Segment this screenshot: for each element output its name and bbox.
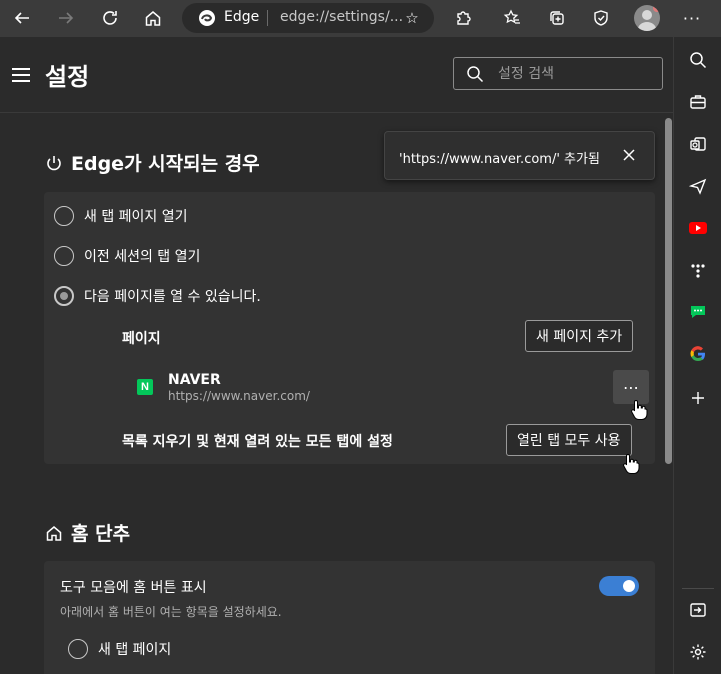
puzzle-icon	[457, 11, 471, 25]
search-icon	[467, 66, 484, 83]
sidebar-settings-button[interactable]	[688, 642, 708, 662]
home-button-toggle[interactable]	[599, 576, 639, 596]
home-card: 도구 모음에 홈 버튼 표시 아래에서 홈 버튼이 여는 항목을 설정하세요. …	[44, 561, 655, 674]
sidebar-tools-button[interactable]	[688, 92, 708, 112]
browser-essentials-button[interactable]	[586, 3, 616, 33]
option-specific-pages-label: 다음 페이지를 열 수 있습니다.	[84, 289, 261, 305]
home-toggle-label: 도구 모음에 홈 버튼 표시	[60, 580, 207, 596]
send-icon	[689, 178, 707, 195]
favorites-button[interactable]	[497, 3, 527, 33]
startup-section-title: Edge가 시작되는 경우	[45, 149, 260, 176]
option-new-tab[interactable]: 새 탭 페이지 열기	[54, 206, 188, 226]
pages-label: 페이지	[122, 331, 161, 347]
option-specific-pages[interactable]: 다음 페이지를 열 수 있습니다.	[54, 286, 261, 306]
home-option-new-tab-label: 새 탭 페이지	[98, 642, 172, 658]
page-item-name: NAVER	[168, 372, 221, 388]
home-button[interactable]	[138, 3, 168, 33]
arrow-right-icon	[59, 12, 74, 24]
clear-and-set-label: 목록 지우기 및 현재 열려 있는 모든 탭에 설정	[122, 434, 393, 450]
home-icon	[145, 11, 161, 26]
collections-icon	[550, 11, 564, 25]
gear-icon	[690, 644, 706, 660]
radio-specific-pages[interactable]	[54, 286, 74, 306]
refresh-icon	[103, 11, 117, 25]
search-icon	[690, 52, 707, 69]
sidebar-add-button[interactable]	[688, 388, 708, 408]
plus-icon	[692, 392, 704, 404]
sidebar-collapse-icon	[690, 603, 706, 617]
home-section-title: 홈 단추	[45, 519, 130, 546]
startup-title-text: Edge가 시작되는 경우	[71, 153, 260, 175]
radio-new-tab[interactable]	[54, 206, 74, 226]
added-toast: 'https://www.naver.com/' 추가됨	[384, 131, 655, 180]
sidebar-app-dots-button[interactable]	[688, 260, 708, 280]
sidebar-google-button[interactable]	[688, 344, 708, 364]
search-input[interactable]	[498, 64, 648, 84]
settings-header: 설정	[0, 37, 673, 113]
forward-button[interactable]	[51, 3, 81, 33]
sidebar-search-button[interactable]	[688, 50, 708, 70]
site-identity-label: Edge	[224, 9, 260, 25]
person-icon	[637, 10, 657, 31]
sidebar-outlook-button[interactable]	[688, 134, 708, 154]
use-all-open-tabs-button[interactable]: 열린 탭 모두 사용	[506, 424, 632, 456]
hand-cursor-icon	[623, 453, 640, 474]
sidebar-send-button[interactable]	[688, 176, 708, 196]
add-favorite-icon[interactable]: ☆	[402, 8, 422, 28]
browser-toolbar: Edge edge://settings/... ☆ ···	[0, 0, 721, 37]
collections-button[interactable]	[542, 3, 572, 33]
hand-cursor-icon	[631, 399, 648, 420]
edge-logo-icon	[199, 10, 215, 26]
radio-previous-session[interactable]	[54, 246, 74, 266]
home-sub-text: 아래에서 홈 버튼이 여는 항목을 설정하세요.	[60, 605, 282, 619]
google-icon	[690, 346, 705, 361]
chat-icon	[691, 306, 705, 318]
edge-sidebar	[673, 37, 721, 674]
naver-favicon: N	[137, 379, 153, 395]
refresh-button[interactable]	[95, 3, 125, 33]
power-icon	[47, 155, 61, 170]
youtube-icon	[689, 222, 707, 234]
extensions-button[interactable]	[448, 3, 478, 33]
home-icon	[46, 525, 62, 541]
toast-message: 'https://www.naver.com/' 추가됨	[399, 152, 600, 167]
home-option-new-tab[interactable]: 새 탭 페이지	[68, 639, 171, 659]
arrow-left-icon	[14, 12, 29, 24]
content-scrollbar[interactable]	[665, 118, 672, 464]
option-new-tab-label: 새 탭 페이지 열기	[84, 209, 188, 225]
settings-search[interactable]	[453, 57, 663, 90]
option-previous-session[interactable]: 이전 세션의 탭 열기	[54, 246, 200, 266]
add-new-page-button[interactable]: 새 페이지 추가	[525, 320, 634, 352]
settings-more-button[interactable]: ···	[677, 3, 707, 33]
ellipsis-icon: ···	[682, 8, 702, 28]
favorites-icon	[503, 9, 520, 24]
option-previous-session-label: 이전 세션의 탭 열기	[84, 249, 201, 265]
close-icon[interactable]	[621, 147, 637, 163]
page-title: 설정	[45, 63, 90, 91]
shield-heart-icon	[594, 10, 608, 26]
address-divider	[267, 10, 268, 26]
sidebar-hide-button[interactable]	[688, 600, 708, 620]
sidebar-chat-button[interactable]	[688, 302, 708, 322]
ellipsis-icon: ⋯	[623, 377, 639, 397]
radio-home-new-tab[interactable]	[68, 639, 88, 659]
address-url[interactable]: edge://settings/...	[280, 9, 403, 25]
startup-card: 새 탭 페이지 열기 이전 세션의 탭 열기 다음 페이지를 열 수 있습니다.…	[44, 192, 655, 464]
toolbox-icon	[690, 95, 706, 109]
page-item-url: https://www.naver.com/	[168, 389, 310, 403]
home-title-text: 홈 단추	[71, 523, 131, 545]
menu-icon[interactable]	[12, 68, 30, 82]
sidebar-youtube-button[interactable]	[688, 218, 708, 238]
address-bar[interactable]: Edge edge://settings/... ☆	[182, 3, 434, 33]
profile-avatar[interactable]	[634, 5, 660, 31]
dots-app-icon	[691, 264, 705, 278]
sidebar-divider	[682, 588, 714, 589]
back-button[interactable]	[7, 3, 37, 33]
outlook-icon	[690, 137, 706, 151]
